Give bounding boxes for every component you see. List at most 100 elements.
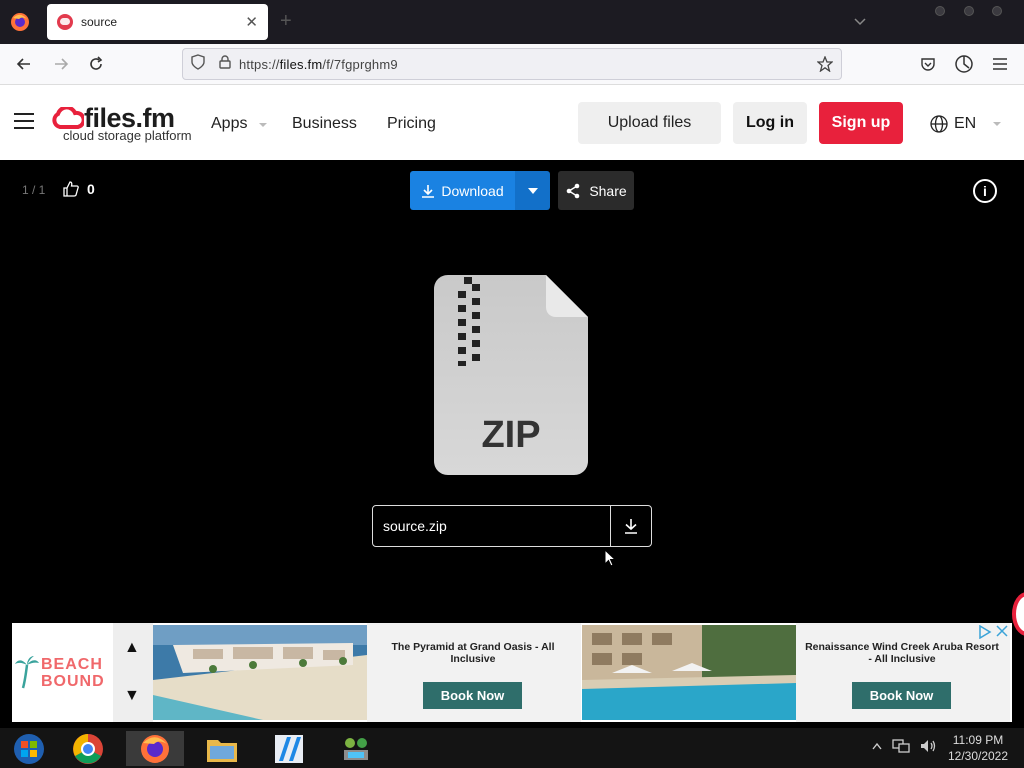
file-download-icon[interactable] (610, 506, 651, 546)
language-selector[interactable]: EN (930, 115, 1002, 133)
site-header: files.fm cloud storage platform Apps Bus… (0, 85, 1024, 160)
menu-apps-label: Apps (211, 115, 248, 132)
back-arrow-icon[interactable] (12, 52, 36, 76)
up-arrow-icon[interactable]: ▲ (124, 639, 140, 657)
language-label: EN (954, 115, 977, 132)
os-taskbar: 11:09 PM 12/30/2022 (0, 728, 1024, 768)
down-arrow-icon[interactable]: ▼ (124, 687, 140, 705)
browser-tab-bar: source ✕ + (0, 0, 1024, 44)
file-name-row: source.zip (372, 505, 652, 547)
taskbar-file-explorer[interactable] (193, 731, 251, 766)
file-viewer: 1 / 1 0 Download Share i ZIP source.zip (0, 160, 1024, 623)
firefox-icon (141, 734, 169, 763)
thumbs-up-icon (63, 181, 79, 197)
folder-icon (207, 739, 237, 762)
system-clock[interactable]: 11:09 PM 12/30/2022 (942, 732, 1014, 764)
share-label: Share (589, 182, 627, 199)
login-button[interactable]: Log in (733, 102, 807, 144)
video-editor-icon (275, 734, 303, 763)
network-people-icon (344, 737, 368, 760)
ad-banner: BEACH BOUND ▲ ▼ The Pyramid at Grand Oasi… (12, 623, 1012, 722)
hamburger-menu-icon[interactable] (14, 113, 34, 131)
taskbar-video-editor[interactable] (260, 731, 318, 766)
like-button[interactable]: 0 (63, 181, 95, 197)
download-button-group: Download (410, 171, 550, 210)
new-tab-button[interactable]: + (280, 11, 292, 31)
files-fm-logo[interactable]: files.fm cloud storage platform (52, 103, 192, 145)
share-icon (567, 183, 580, 198)
start-button[interactable] (0, 731, 58, 766)
page-counter: 1 / 1 (22, 183, 46, 197)
ad-card-1[interactable]: The Pyramid at Grand Oasis - All Inclusi… (367, 623, 581, 722)
mouse-cursor-icon (604, 549, 616, 567)
ad-carousel-arrows: ▲ ▼ (113, 623, 153, 722)
menu-pricing[interactable]: Pricing (387, 115, 436, 133)
forward-arrow-icon[interactable] (49, 52, 73, 76)
tracking-shield-icon[interactable] (191, 53, 205, 75)
chevron-down-icon (258, 123, 267, 127)
globe-icon (930, 115, 948, 133)
book-now-button-2[interactable]: Book Now (852, 682, 951, 709)
url-bar[interactable]: https://files.fm/f/7fgprghm9 (182, 48, 842, 80)
bookmark-star-icon[interactable] (816, 55, 834, 77)
files-fm-favicon-icon (57, 14, 73, 30)
start-orb-icon (14, 733, 44, 764)
tab-close-icon[interactable]: ✕ (245, 13, 258, 31)
zip-file-icon: ZIP (434, 275, 588, 475)
download-label: Download (441, 182, 504, 199)
logo-tagline: cloud storage platform (63, 128, 192, 143)
brand-line-2: BOUND (41, 673, 105, 690)
taskbar-chrome[interactable] (59, 731, 117, 766)
like-count: 0 (87, 181, 95, 197)
pocket-icon[interactable] (916, 52, 940, 76)
account-icon[interactable] (952, 52, 976, 76)
resort-pool-image[interactable] (582, 625, 796, 720)
chevron-down-icon (993, 122, 1002, 126)
close-window-button[interactable] (992, 6, 1002, 16)
info-icon[interactable]: i (973, 179, 997, 203)
resort-beach-image[interactable] (153, 625, 367, 720)
clock-time: 11:09 PM (952, 733, 1004, 747)
show-hidden-icons-icon[interactable] (872, 742, 882, 750)
beach-bound-logo[interactable]: BEACH BOUND (12, 623, 112, 722)
menu-business[interactable]: Business (292, 115, 357, 133)
maximize-window-button[interactable] (964, 6, 974, 16)
clock-date: 12/30/2022 (947, 749, 1009, 763)
palm-tree-icon (15, 656, 39, 689)
url-host: files.fm (279, 56, 323, 72)
minimize-window-button[interactable] (935, 6, 945, 16)
download-options-button[interactable] (515, 171, 550, 210)
app-menu-icon[interactable] (988, 52, 1012, 76)
brand-line-1: BEACH (41, 656, 103, 673)
network-icon[interactable] (892, 738, 910, 754)
browser-tab-active[interactable]: source ✕ (47, 4, 268, 40)
ad-card-1-title: The Pyramid at Grand Oasis - All Inclusi… (391, 641, 555, 665)
url-text[interactable]: https://files.fm/f/7fgprghm9 (239, 57, 398, 72)
file-name[interactable]: source.zip (373, 506, 610, 546)
signup-button[interactable]: Sign up (819, 102, 903, 144)
system-tray (872, 738, 938, 754)
download-icon (422, 184, 435, 198)
share-button[interactable]: Share (558, 171, 634, 210)
taskbar-network-app[interactable] (327, 731, 385, 766)
lock-icon[interactable] (219, 54, 231, 74)
url-prefix: https:// (239, 56, 280, 72)
file-type-label: ZIP (481, 414, 540, 456)
taskbar-firefox[interactable] (126, 731, 184, 766)
url-path: /f/7fgprghm9 (322, 56, 398, 72)
reload-icon[interactable] (84, 52, 108, 76)
browser-nav-bar: https://files.fm/f/7fgprghm9 (0, 44, 1024, 85)
list-all-tabs-icon[interactable] (854, 13, 866, 29)
tab-title: source (81, 15, 118, 29)
menu-apps[interactable]: Apps (211, 115, 268, 133)
caret-down-icon (527, 187, 538, 194)
volume-icon[interactable] (920, 738, 938, 754)
adchoices-icon[interactable] (978, 624, 992, 642)
ad-card-2-title: Renaissance Wind Creek Aruba Resort - Al… (805, 641, 999, 665)
ad-close-icon[interactable] (996, 625, 1008, 640)
upload-files-button[interactable]: Upload files (578, 102, 721, 144)
chrome-icon (73, 733, 103, 764)
download-button[interactable]: Download (410, 171, 515, 210)
book-now-button-1[interactable]: Book Now (423, 682, 522, 709)
firefox-menu-icon[interactable] (8, 10, 32, 34)
